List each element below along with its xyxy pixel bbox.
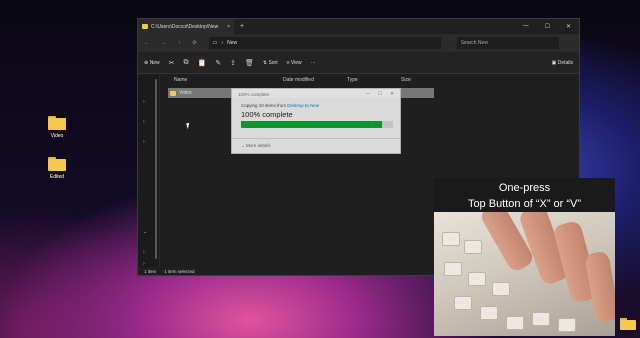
search-input[interactable]: Search New [456,37,559,49]
desktop-icon-label: Edited [49,174,65,180]
destination-link[interactable]: New [310,103,319,108]
delete-icon[interactable]: 🗑 [245,59,254,67]
address-bar-row: ← → ↑ ⟳ ▭ › New Search New [138,34,579,52]
taskbar-folder-icon[interactable] [620,318,636,330]
desktop-icon-label: Video [50,133,64,139]
chevron-down-icon[interactable]: ⌄ [143,229,147,235]
more-details-toggle[interactable]: ⌄ More details [232,138,400,153]
dialog-maximize-button[interactable]: ☐ [378,91,382,97]
percent-complete: 100% complete [241,110,293,119]
details-button[interactable]: ▣ Details [552,60,573,66]
tab-title: C:\Users\Doccoi\Desktop\New [151,23,219,30]
dialog-titlebar: 100% complete — ☐ ✕ [232,89,400,99]
new-label: New [149,59,160,66]
file-name: Video [179,90,192,96]
caption-line-2: Top Button of “X” or “V” [467,198,582,210]
column-name[interactable]: Name [174,77,283,83]
keycap [454,296,472,310]
chevron-right-icon[interactable]: › [143,249,145,255]
new-tab-button[interactable]: + [240,23,244,30]
cut-icon[interactable]: ✂ [169,59,175,67]
source-link[interactable]: Desktop [287,103,304,108]
folder-icon [142,24,148,29]
view-icon: ≡ [286,59,290,66]
status-selected-count: 1 item selected [164,268,195,274]
folder-icon [170,90,176,96]
keycap [532,312,550,326]
dialog-close-button[interactable]: ✕ [390,91,394,97]
keycap [444,262,462,276]
address-bar[interactable]: ▭ › New [208,37,441,49]
rename-icon[interactable]: ✎ [215,59,221,67]
keycap [492,282,510,296]
chevron-right-icon[interactable]: › [143,99,145,105]
nav-scrollbar[interactable] [155,79,157,259]
refresh-button[interactable]: ⟳ [193,40,197,46]
chevron-right-icon[interactable]: › [143,119,145,125]
tab-bar: C:\Users\Doccoi\Desktop\New × + — ☐ ✕ [138,19,579,34]
breadcrumb-separator: › [221,40,224,46]
new-button[interactable]: ⊕ New [144,60,160,66]
keycap [506,316,524,330]
keyboard-photo [434,212,615,336]
copy-icon[interactable]: ⧉ [183,59,188,67]
up-button[interactable]: ↑ [178,40,181,46]
share-icon[interactable]: ⇪ [230,59,236,67]
dialog-title: 100% complete [238,91,270,97]
copy-description: Copying 10 items from Desktop to New [232,99,400,108]
column-type[interactable]: Type [347,77,401,83]
window-controls: — ☐ ✕ [523,23,579,30]
progress-fill [241,121,383,128]
details-label: Details [557,59,573,66]
dialog-minimize-button[interactable]: — [366,91,371,97]
caption-line-1: One-press [498,182,551,194]
more-details-label: More details [246,143,271,148]
breadcrumb-new[interactable]: New [227,40,237,46]
search-placeholder: Search New [460,40,488,46]
navigation-pane[interactable]: › › › ⌄ › › [138,75,160,267]
view-button[interactable]: ≡ View [287,60,302,66]
monitor-icon: ▭ [212,40,218,46]
progress-bar [241,121,393,128]
more-options-button[interactable]: ··· [311,60,316,66]
paste-icon[interactable]: 📋 [197,59,206,67]
close-button[interactable]: ✕ [566,23,571,30]
tab-close-icon[interactable]: × [227,24,230,30]
column-headers: Name Date modified Type Size [160,75,579,85]
overlay-caption: One-press Top Button of “X” or “V” [434,178,615,212]
desktop-icon-edited[interactable]: Edited [37,157,77,180]
details-pane-icon: ▣ [551,59,557,66]
copy-prefix: Copying 10 items from [241,103,288,108]
maximize-button[interactable]: ☐ [545,23,550,30]
minimize-button[interactable]: — [523,23,529,30]
chevron-right-icon[interactable]: › [143,139,145,145]
keycap [442,232,460,246]
keycap [558,318,576,332]
forward-button[interactable]: → [161,40,166,46]
folder-icon [48,157,66,171]
sort-icon: ⇅ [262,59,268,66]
column-size[interactable]: Size [401,77,411,83]
status-item-count: 1 item [144,268,157,274]
keycap [464,240,482,254]
sort-button[interactable]: ⇅ Sort [263,60,278,66]
tab-current[interactable]: C:\Users\Doccoi\Desktop\New × [138,19,234,34]
column-date-modified[interactable]: Date modified [283,77,347,83]
desktop-icon-video[interactable]: Video [37,116,77,139]
keycap [468,272,486,286]
back-button[interactable]: ← [144,40,149,46]
copy-progress-dialog: 100% complete — ☐ ✕ Copying 10 items fro… [231,88,401,154]
plus-circle-icon: ⊕ [144,59,149,66]
command-bar: ⊕ New ✂ ⧉ 📋 ✎ ⇪ 🗑 ⇅ Sort ≡ View ··· ▣ De… [138,52,579,74]
keycap [480,306,498,320]
view-label: View [290,59,302,66]
sort-label: Sort [268,59,278,66]
folder-icon [48,116,66,130]
